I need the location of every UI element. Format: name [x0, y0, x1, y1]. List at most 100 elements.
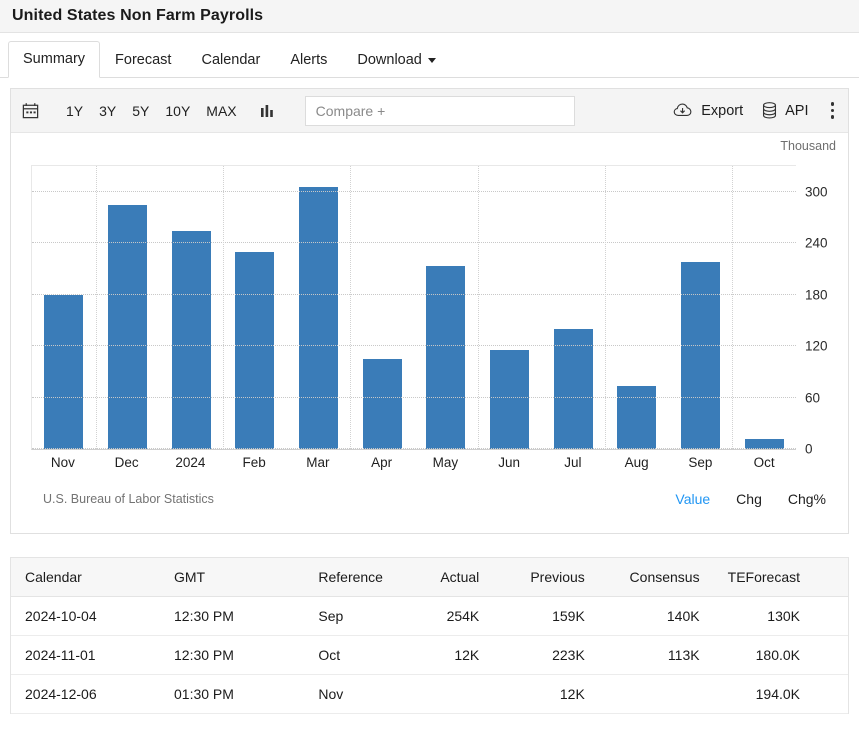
chart-bar[interactable] [235, 252, 274, 449]
table-header-row: Calendar GMT Reference Actual Previous C… [11, 558, 848, 597]
range-5y[interactable]: 5Y [124, 100, 157, 122]
tab-forecast-label: Forecast [115, 52, 171, 68]
cell-teforecast: 130K [714, 597, 848, 636]
calendar-icon[interactable] [21, 101, 40, 120]
table-body: 2024-10-0412:30 PMSep254K159K140K130K202… [11, 597, 848, 714]
column-gmt[interactable]: GMT [148, 558, 270, 597]
tab-download-label: Download [357, 52, 422, 68]
y-axis-tick: 60 [805, 390, 820, 405]
bar-slot [669, 166, 733, 449]
export-label: Export [701, 103, 743, 119]
chart-value-toggles: Value Chg Chg% [675, 491, 826, 507]
chart-bar[interactable] [363, 359, 402, 449]
x-axis-tick: May [414, 455, 478, 470]
y-axis-tick: 120 [805, 339, 828, 354]
cell-teforecast: 180.0K [714, 636, 848, 675]
chart-bar[interactable] [490, 350, 529, 449]
bar-slot [605, 166, 669, 449]
tab-calendar[interactable]: Calendar [186, 42, 275, 78]
toggle-chg[interactable]: Chg [736, 491, 762, 507]
cell-previous: 223K [493, 636, 599, 675]
chart-bar[interactable] [299, 187, 338, 449]
export-button[interactable]: Export [673, 102, 743, 119]
bar-slot [414, 166, 478, 449]
table-row[interactable]: 2024-12-0601:30 PMNov12K194.0K [11, 675, 848, 714]
cell-previous: 12K [493, 675, 599, 714]
x-axis-tick: Dec [95, 455, 159, 470]
tab-alerts-label: Alerts [290, 52, 327, 68]
bar-slot [350, 166, 414, 449]
table-row[interactable]: 2024-11-0112:30 PMOct12K223K113K180.0K [11, 636, 848, 675]
chart-bar[interactable] [554, 329, 593, 449]
range-3y[interactable]: 3Y [91, 100, 124, 122]
chart-plot: 060120180240300 [31, 165, 796, 450]
cloud-download-icon [673, 102, 694, 119]
chart-x-axis-labels: NovDec2024FebMarAprMayJunJulAugSepOct [31, 455, 796, 470]
tab-alerts[interactable]: Alerts [275, 42, 342, 78]
chart-bars [32, 166, 796, 449]
x-axis-tick: Nov [31, 455, 95, 470]
tab-summary-label: Summary [23, 51, 85, 67]
chart-toolbar: 1Y 3Y 5Y 10Y MAX Export [11, 89, 848, 133]
chart-area: Thousand 060120180240300 NovDec2024FebMa… [11, 133, 848, 533]
tab-summary[interactable]: Summary [8, 41, 100, 78]
bar-slot [223, 166, 287, 449]
chart-card: 1Y 3Y 5Y 10Y MAX Export [10, 88, 849, 534]
chart-bar[interactable] [617, 386, 656, 449]
column-previous[interactable]: Previous [493, 558, 599, 597]
vertical-gridline [350, 166, 351, 449]
cell-reference: Oct [270, 636, 397, 675]
toggle-value[interactable]: Value [675, 491, 710, 507]
column-reference[interactable]: Reference [270, 558, 397, 597]
column-consensus[interactable]: Consensus [599, 558, 714, 597]
bar-slot [32, 166, 96, 449]
table-row[interactable]: 2024-10-0412:30 PMSep254K159K140K130K [11, 597, 848, 636]
api-label: API [785, 103, 808, 119]
compare-input[interactable] [305, 96, 575, 126]
y-axis-tick: 240 [805, 236, 828, 251]
toggle-chg-pct[interactable]: Chg% [788, 491, 826, 507]
api-button[interactable]: API [761, 101, 808, 120]
bar-slot [96, 166, 160, 449]
range-10y[interactable]: 10Y [157, 100, 198, 122]
column-teforecast[interactable]: TEForecast [714, 558, 848, 597]
x-axis-tick: Oct [732, 455, 796, 470]
chart-bar[interactable] [172, 231, 211, 449]
column-actual[interactable]: Actual [397, 558, 493, 597]
bar-chart-icon[interactable] [259, 102, 277, 120]
tab-download[interactable]: Download [342, 42, 451, 78]
y-axis-tick: 300 [805, 184, 828, 199]
y-axis-tick: 180 [805, 287, 828, 302]
gridline: 240 [32, 242, 796, 243]
chart-unit-label: Thousand [780, 139, 836, 153]
cell-calendar: 2024-11-01 [11, 636, 148, 675]
database-icon [761, 101, 778, 120]
vertical-gridline [96, 166, 97, 449]
x-axis-tick: Feb [222, 455, 286, 470]
bar-slot [732, 166, 796, 449]
column-calendar[interactable]: Calendar [11, 558, 148, 597]
chart-source: U.S. Bureau of Labor Statistics [43, 492, 214, 506]
range-1y[interactable]: 1Y [58, 100, 91, 122]
bar-slot [541, 166, 605, 449]
cell-previous: 159K [493, 597, 599, 636]
vertical-gridline [223, 166, 224, 449]
cell-consensus: 140K [599, 597, 714, 636]
chart-bar[interactable] [44, 295, 83, 449]
cell-reference: Sep [270, 597, 397, 636]
bar-slot [287, 166, 351, 449]
cell-gmt: 12:30 PM [148, 636, 270, 675]
vertical-gridline [732, 166, 733, 449]
cell-consensus [599, 675, 714, 714]
cell-gmt: 12:30 PM [148, 597, 270, 636]
kebab-menu-icon[interactable] [831, 102, 835, 119]
chart-footer: U.S. Bureau of Labor Statistics Value Ch… [11, 491, 848, 507]
gridline: 60 [32, 397, 796, 398]
vertical-gridline [478, 166, 479, 449]
chart-bar[interactable] [681, 262, 720, 449]
x-axis-tick: Jun [477, 455, 541, 470]
cell-consensus: 113K [599, 636, 714, 675]
range-max[interactable]: MAX [198, 100, 244, 122]
tab-forecast[interactable]: Forecast [100, 42, 186, 78]
events-table: Calendar GMT Reference Actual Previous C… [11, 558, 848, 714]
